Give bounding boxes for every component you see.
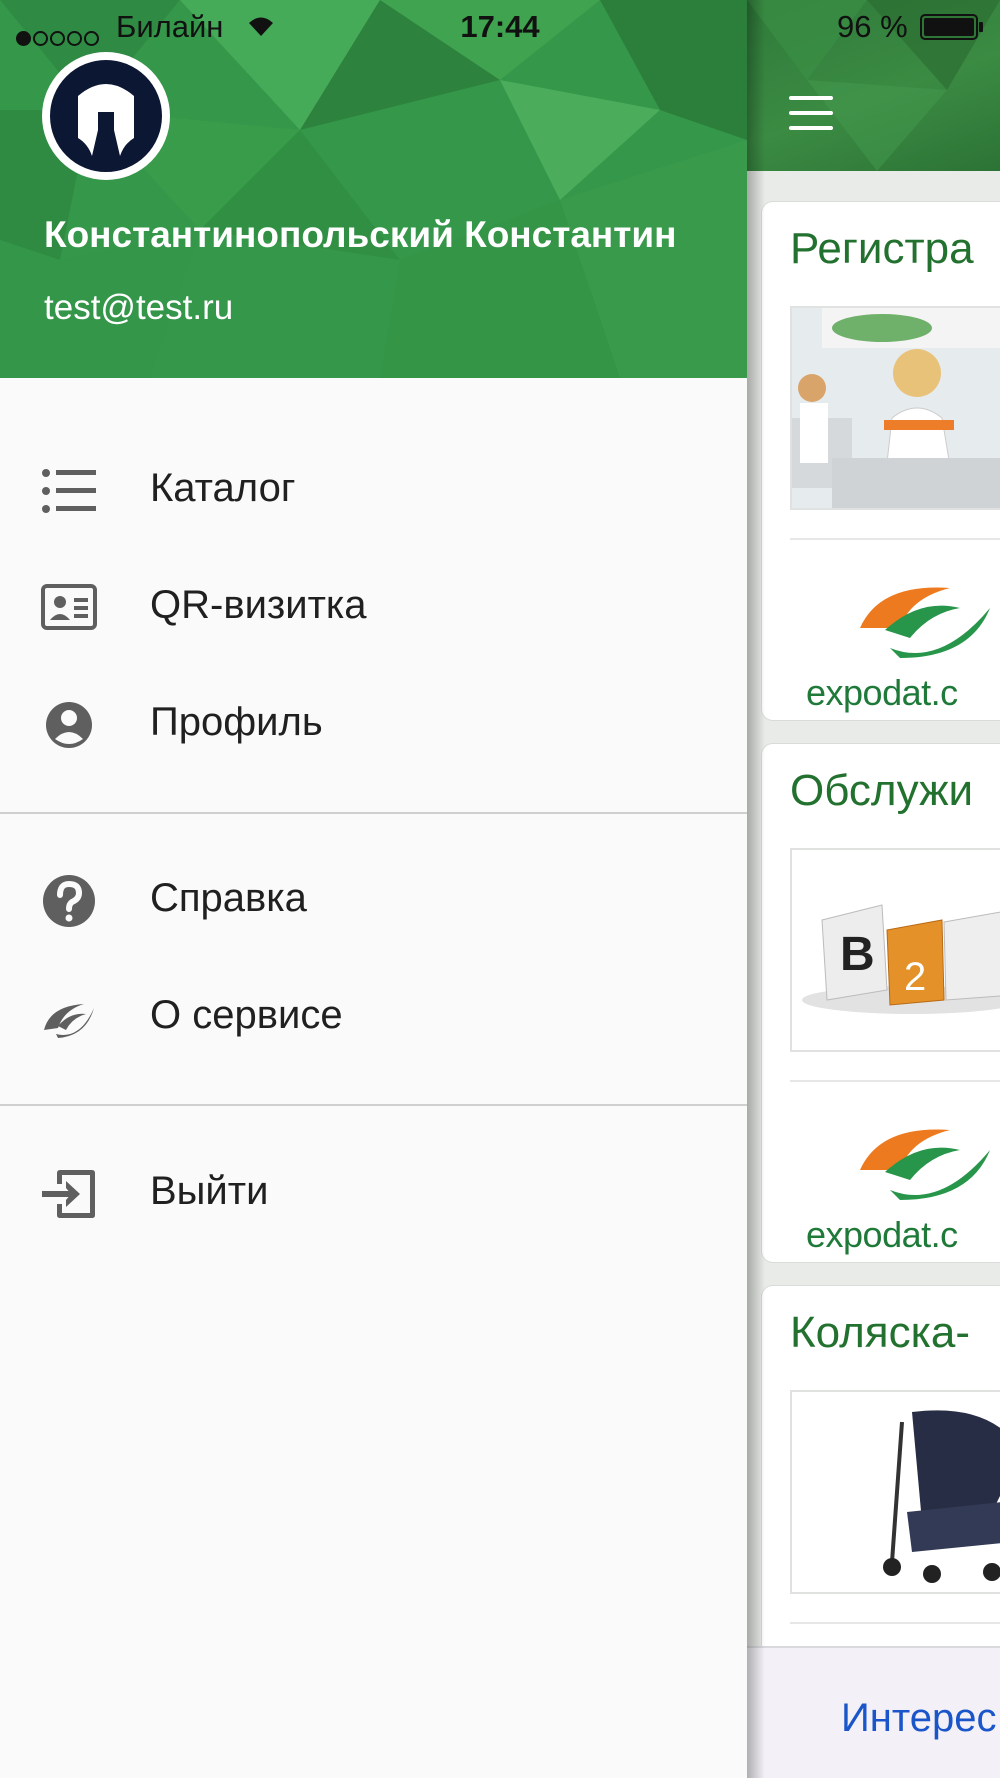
menu-divider [0, 812, 747, 814]
brand-text: expodat.c [806, 672, 958, 713]
status-bar: Билайн 17:44 96 % [0, 0, 1000, 52]
user-name: Константинопольский Константин [44, 214, 677, 255]
card-title: Регистра [790, 224, 974, 273]
navigation-drawer: Константинопольский Константин test@test… [0, 0, 747, 1778]
card-divider [790, 1080, 1000, 1082]
id-card-icon [41, 584, 97, 630]
b2b-cubes-photo: B 2 [790, 848, 1000, 1052]
battery-icon [920, 14, 983, 40]
menu-item-logout[interactable]: Выйти [0, 1139, 747, 1249]
list-icon [42, 469, 96, 513]
feed-card[interactable]: Коляска- [761, 1285, 1000, 1707]
feed-card[interactable]: Обслужи B 2 expodat.c [761, 743, 1000, 1263]
photo-illustration [792, 1392, 1000, 1592]
menu-item-label: Профиль [150, 700, 323, 744]
help-circle-icon [43, 875, 95, 927]
account-circle-icon [46, 702, 92, 748]
menu-item-label: Справка [150, 876, 307, 920]
menu-item-profile[interactable]: Профиль [0, 670, 747, 780]
menu-divider [0, 1104, 747, 1106]
user-email: test@test.ru [44, 288, 234, 327]
main-app-view: Регистра expodat.c Обслужи B 2 expodat.c… [747, 0, 1000, 1778]
menu-item-catalog[interactable]: Каталог [0, 436, 747, 546]
feed-card[interactable]: Регистра expodat.c [761, 201, 1000, 721]
menu-item-about[interactable]: О сервисе [0, 963, 747, 1073]
avatar[interactable] [42, 52, 170, 180]
battery-percent: 96 % [837, 9, 908, 44]
drawer-header: Константинопольский Константин test@test… [0, 0, 747, 378]
hamburger-menu-icon[interactable] [789, 96, 833, 130]
drawer-shadow [747, 0, 765, 1778]
card-divider [790, 538, 1000, 540]
menu-item-qr-card[interactable]: QR-визитка [0, 553, 747, 663]
bottom-tab-bar: Интерес [747, 1646, 1000, 1778]
photo-illustration [792, 308, 1000, 508]
stroller-photo [790, 1390, 1000, 1594]
menu-item-label: Каталог [150, 466, 296, 510]
card-divider [790, 1622, 1000, 1624]
card-title: Коляска- [790, 1308, 970, 1357]
registration-desk-photo [790, 306, 1000, 510]
exit-icon [42, 1170, 95, 1218]
photo-illustration: B 2 [792, 850, 1000, 1050]
menu-item-help[interactable]: Справка [0, 846, 747, 956]
card-title: Обслужи [790, 766, 974, 815]
menu-item-label: О сервисе [150, 993, 343, 1037]
spartan-helmet-icon [46, 56, 166, 176]
svg-text:B: B [840, 928, 875, 981]
brand-text: expodat.c [806, 1214, 958, 1255]
menu-item-label: QR-визитка [150, 583, 367, 627]
tab-interesting[interactable]: Интерес [841, 1696, 996, 1741]
expodat-logo-icon [44, 1004, 94, 1038]
menu-item-label: Выйти [150, 1169, 269, 1213]
svg-text:2: 2 [904, 955, 926, 999]
